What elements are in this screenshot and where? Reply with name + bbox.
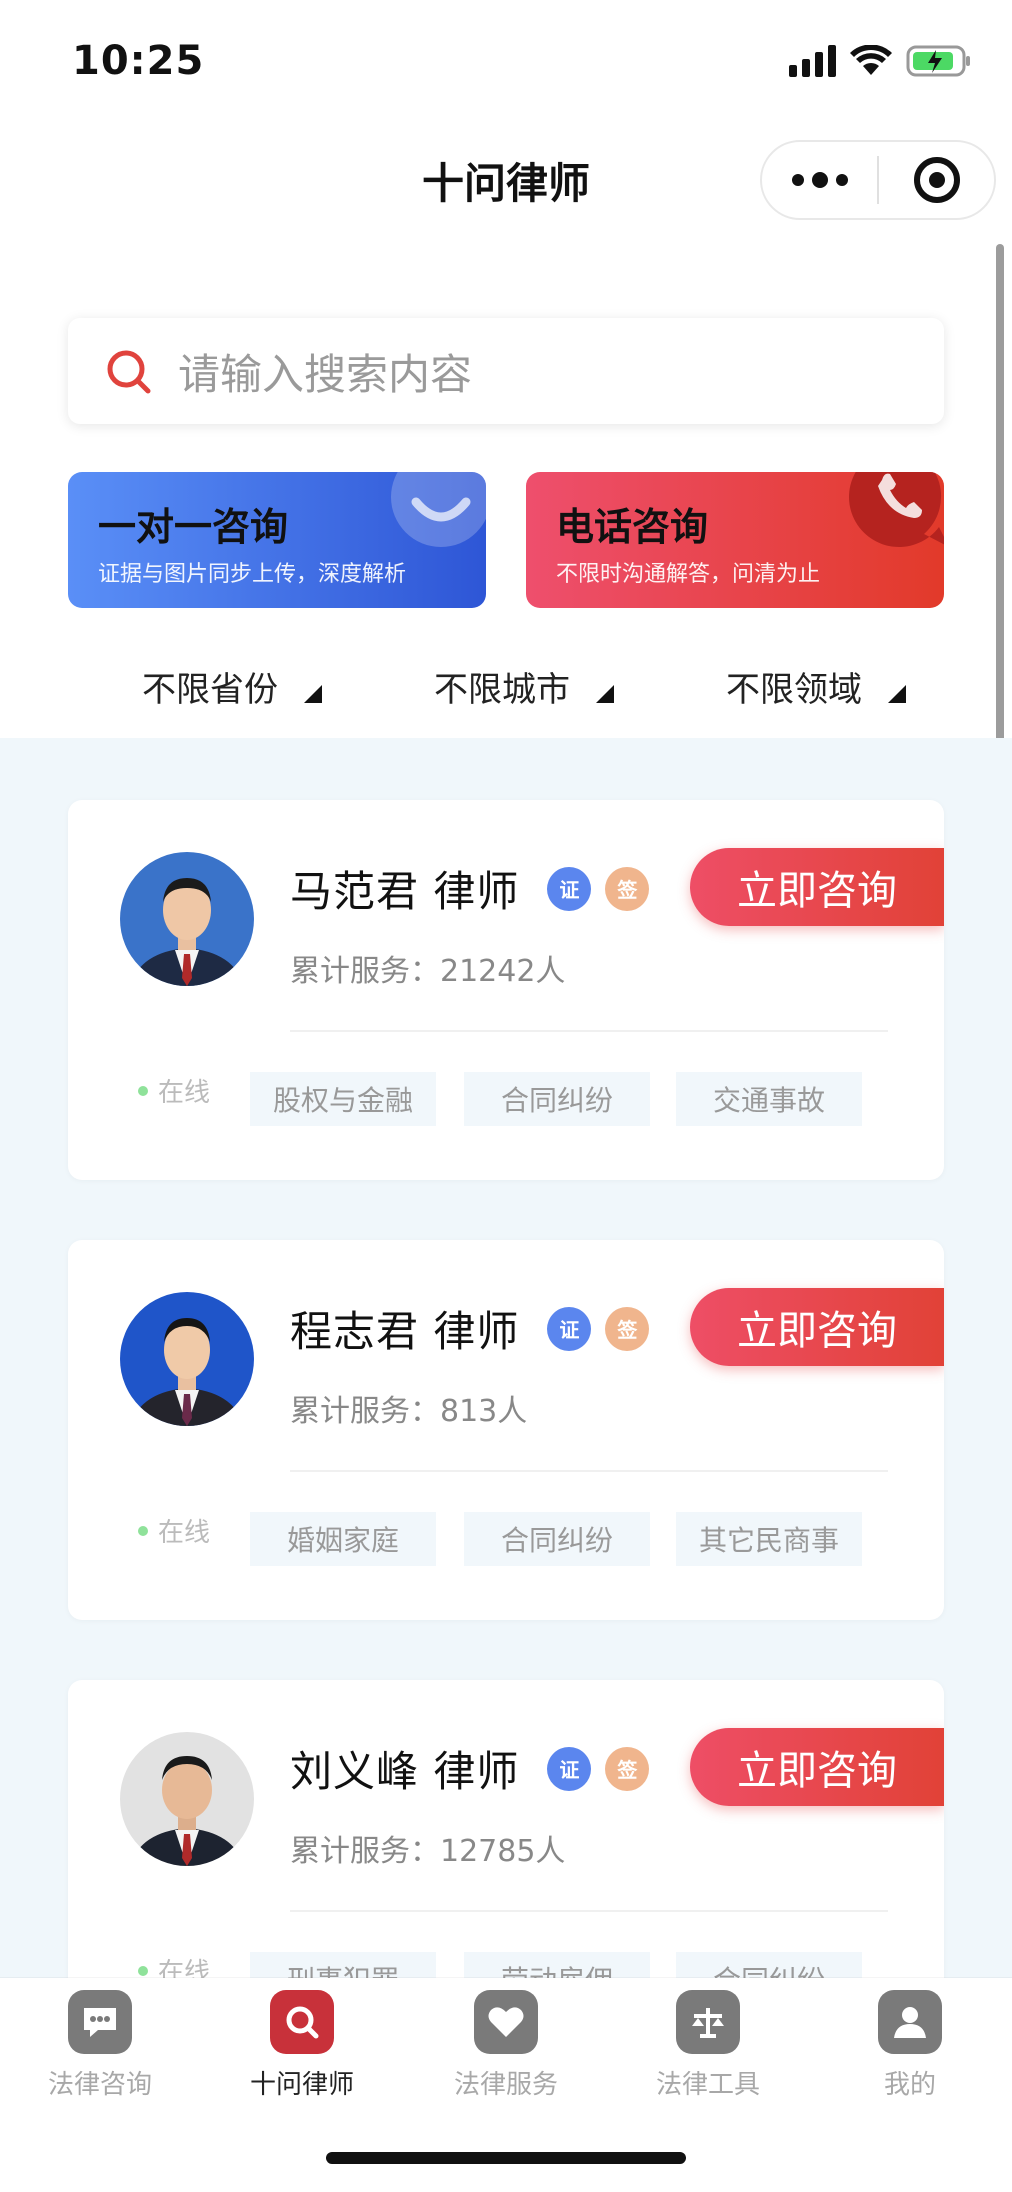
banner-subtitle: 证据与图片同步上传，深度解析 — [98, 562, 407, 587]
banner-subtitle: 不限时沟通解答，问清为止 — [556, 562, 821, 587]
wifi-icon — [850, 45, 892, 77]
filter-label: 不限省份 — [142, 670, 278, 710]
service-count: 累计服务：12785人 — [290, 1834, 566, 1869]
online-status: 在线 — [138, 1512, 210, 1549]
battery-icon — [906, 44, 972, 78]
service-count: 累计服务：21242人 — [290, 954, 566, 989]
lawyer-card[interactable]: 马范君 律师 证 签 立即咨询 累计服务：21242人 在线 股权与金融 合同纠… — [68, 800, 944, 1180]
search-icon — [270, 1990, 334, 2054]
chat-bubble-icon — [386, 472, 486, 556]
status-time: 10:25 — [72, 38, 205, 84]
status-bar: 10:25 — [0, 0, 1012, 120]
dropdown-triangle-icon — [596, 684, 614, 703]
filter-label: 不限领域 — [726, 670, 862, 710]
phone-icon — [844, 472, 944, 556]
heart-icon — [474, 1990, 538, 2054]
tab-mine[interactable]: 我的 — [830, 1990, 990, 2101]
online-dot-icon — [138, 1525, 148, 1536]
mini-program-capsule — [760, 140, 996, 220]
certified-badge-icon: 证 — [547, 1746, 592, 1791]
tab-legal-tools[interactable]: 法律工具 — [628, 1990, 788, 2101]
search-input[interactable]: 请输入搜索内容 — [68, 318, 944, 424]
certified-badge-icon: 证 — [547, 866, 592, 911]
more-dot-icon — [835, 174, 848, 186]
tab-legal-services[interactable]: 法律服务 — [426, 1990, 586, 2101]
name-row: 马范君 律师 证 签 — [290, 858, 650, 919]
tab-label: 我的 — [883, 2070, 936, 2100]
filter-province[interactable]: 不限省份 — [142, 662, 322, 711]
phone-consult-banner[interactable]: 电话咨询 不限时沟通解答，问清为止 — [526, 472, 944, 608]
online-dot-icon — [138, 1085, 148, 1096]
one-on-one-consult-banner[interactable]: 一对一咨询 证据与图片同步上传，深度解析 — [68, 472, 486, 608]
banner-title: 电话咨询 — [556, 505, 709, 549]
practice-tag: 婚姻家庭 — [250, 1512, 436, 1566]
avatar — [120, 852, 254, 986]
more-dot-icon — [791, 174, 804, 186]
tab-label: 十问律师 — [249, 2070, 354, 2100]
dropdown-triangle-icon — [304, 684, 322, 703]
practice-tag: 交通事故 — [676, 1072, 862, 1126]
status-text: 在线 — [158, 1518, 211, 1548]
tab-legal-consult[interactable]: 法律咨询 — [20, 1990, 180, 2101]
lawyer-name: 刘义峰 律师 — [290, 1747, 520, 1796]
lawyer-list: 马范君 律师 证 签 立即咨询 累计服务：21242人 在线 股权与金融 合同纠… — [0, 738, 1012, 2060]
certified-badge-icon: 证 — [547, 1306, 592, 1351]
filter-label: 不限城市 — [434, 670, 570, 710]
name-row: 刘义峰 律师 证 签 — [290, 1738, 650, 1799]
chat-icon — [68, 1990, 132, 2054]
lawyer-card[interactable]: 程志君 律师 证 签 立即咨询 累计服务：813人 在线 婚姻家庭 合同纠纷 其… — [68, 1240, 944, 1620]
signal-icon — [789, 45, 836, 77]
status-text: 在线 — [158, 1078, 211, 1108]
name-row: 程志君 律师 证 签 — [290, 1298, 650, 1359]
online-status: 在线 — [138, 1072, 210, 1109]
practice-tag: 合同纠纷 — [464, 1512, 650, 1566]
filter-city[interactable]: 不限城市 — [434, 662, 614, 711]
divider — [290, 1030, 888, 1032]
consult-now-button[interactable]: 立即咨询 — [690, 848, 944, 926]
practice-tag: 其它民商事 — [676, 1512, 862, 1566]
avatar — [120, 1732, 254, 1866]
tab-label: 法律工具 — [655, 2070, 760, 2100]
practice-tag: 股权与金融 — [250, 1072, 436, 1126]
home-indicator[interactable] — [326, 2152, 686, 2164]
online-dot-icon — [138, 1965, 148, 1976]
tab-label: 法律服务 — [453, 2070, 558, 2100]
close-button[interactable] — [879, 142, 994, 218]
divider — [290, 1470, 888, 1472]
divider — [290, 1910, 888, 1912]
more-button[interactable] — [762, 142, 877, 218]
status-icons — [789, 44, 972, 78]
target-icon — [913, 157, 960, 203]
consult-now-button[interactable]: 立即咨询 — [690, 1728, 944, 1806]
signed-badge-icon: 签 — [605, 1746, 650, 1791]
signed-badge-icon: 签 — [605, 1306, 650, 1351]
banner-title: 一对一咨询 — [98, 505, 289, 549]
search-placeholder: 请输入搜索内容 — [178, 349, 473, 399]
tab-label: 法律咨询 — [47, 2070, 152, 2100]
lawyer-name: 马范君 律师 — [290, 867, 520, 916]
consult-now-button[interactable]: 立即咨询 — [690, 1288, 944, 1366]
scales-icon — [676, 1990, 740, 2054]
filter-field[interactable]: 不限领域 — [726, 662, 906, 711]
more-dot-icon — [811, 172, 828, 188]
lawyer-name: 程志君 律师 — [290, 1307, 520, 1356]
tab-lawyers[interactable]: 十问律师 — [222, 1990, 382, 2101]
user-icon — [878, 1990, 942, 2054]
search-icon — [104, 347, 152, 395]
practice-tag: 合同纠纷 — [464, 1072, 650, 1126]
service-count: 累计服务：813人 — [290, 1394, 528, 1429]
dropdown-triangle-icon — [888, 684, 906, 703]
avatar — [120, 1292, 254, 1426]
signed-badge-icon: 签 — [605, 866, 650, 911]
